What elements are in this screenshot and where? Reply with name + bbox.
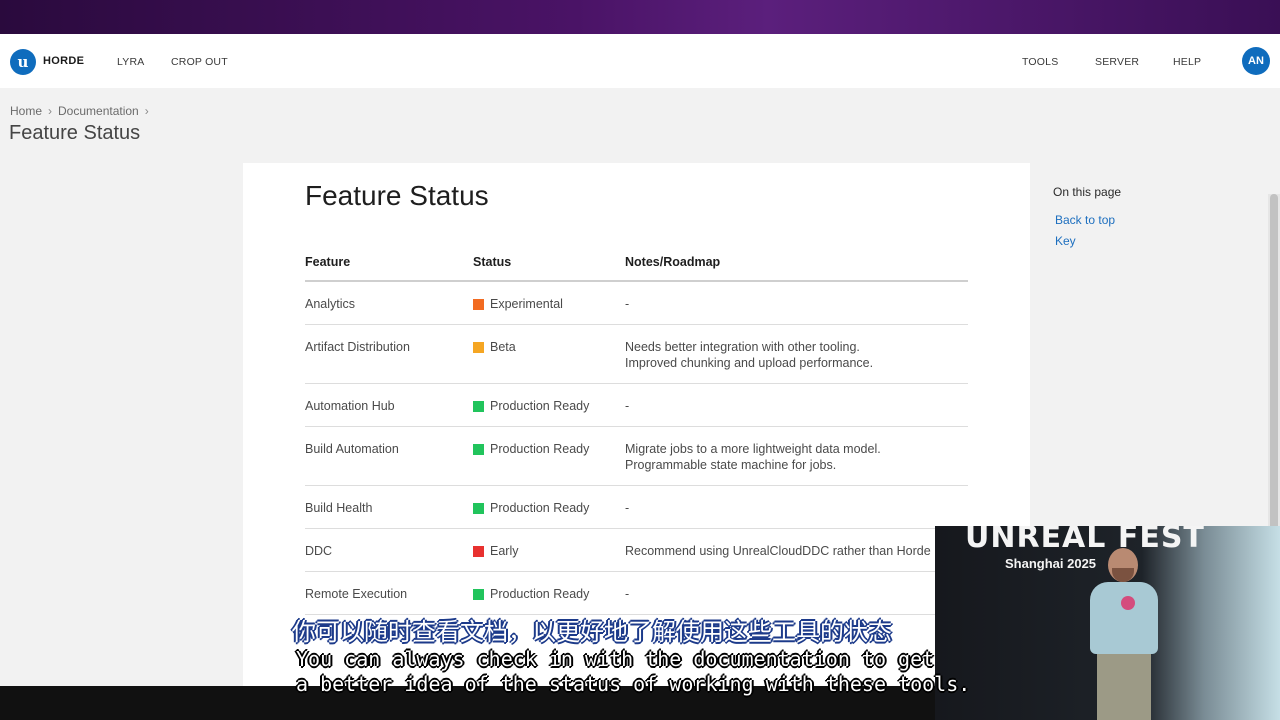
event-subtitle: Shanghai 2025 bbox=[1005, 556, 1097, 571]
notes-cell: - bbox=[625, 571, 968, 615]
speaker-figure bbox=[1097, 652, 1151, 720]
toc-heading: On this page bbox=[1053, 185, 1122, 199]
speaker-video-inset: UNREAL FEST Shanghai 2025 bbox=[935, 526, 1280, 720]
page-title: Feature Status bbox=[9, 122, 141, 144]
notes-line: Programmable state machine for jobs. bbox=[625, 458, 837, 472]
nav-link-server[interactable]: SERVER bbox=[1095, 56, 1139, 68]
nav-link-crop-out[interactable]: CROP OUT bbox=[171, 56, 228, 68]
on-this-page-nav: On this page Back to top Key bbox=[1053, 185, 1121, 255]
notes-cell: Migrate jobs to a more lightweight data … bbox=[625, 426, 968, 486]
feature-name: Automation Hub bbox=[305, 383, 473, 427]
notes-cell: - bbox=[625, 383, 968, 427]
breadcrumb-home[interactable]: Home bbox=[10, 104, 42, 118]
status-cell: Beta bbox=[473, 324, 625, 384]
feature-name: Analytics bbox=[305, 281, 473, 325]
toc-link-back-to-top[interactable]: Back to top bbox=[1055, 213, 1121, 227]
nav-link-tools[interactable]: TOOLS bbox=[1022, 56, 1058, 68]
table-header-row: Feature Status Notes/Roadmap bbox=[305, 243, 968, 282]
breadcrumb: Home › Documentation › bbox=[10, 104, 149, 118]
table-row: DDC Early Recommend using UnrealCloudDDC… bbox=[305, 528, 968, 572]
document-panel: Feature Status Feature Status Notes/Road… bbox=[243, 163, 1030, 686]
event-title: UNREAL FEST bbox=[965, 526, 1205, 555]
status-label: Production Ready bbox=[490, 399, 590, 413]
unreal-logo-icon[interactable]: u bbox=[10, 49, 36, 75]
breadcrumb-separator: › bbox=[48, 104, 53, 118]
notes-cell: Recommend using UnrealCloudDDC rather th… bbox=[625, 528, 968, 572]
notes-line: Migrate jobs to a more lightweight data … bbox=[625, 442, 881, 456]
notes-line: - bbox=[625, 501, 630, 515]
user-avatar[interactable]: AN bbox=[1242, 47, 1270, 75]
nav-link-lyra[interactable]: LYRA bbox=[117, 56, 144, 68]
subtitle-english-line-1: You can always check in with the documen… bbox=[296, 647, 935, 671]
notes-line: Needs better integration with other tool… bbox=[625, 340, 860, 354]
table-row: Remote Execution Production Ready - bbox=[305, 571, 968, 615]
toc-link-key[interactable]: Key bbox=[1055, 234, 1121, 248]
status-swatch bbox=[473, 400, 484, 412]
status-label: Production Ready bbox=[490, 442, 590, 456]
notes-line: - bbox=[625, 399, 630, 413]
status-swatch bbox=[473, 502, 484, 514]
table-row: Build Health Production Ready - bbox=[305, 485, 968, 529]
table-row: Automation Hub Production Ready - bbox=[305, 383, 968, 427]
table-row: Build Automation Production Ready Migrat… bbox=[305, 426, 968, 486]
subtitle-english-line-2: a better idea of the status of working w… bbox=[296, 672, 971, 696]
brand-horde[interactable]: HORDE bbox=[43, 55, 84, 67]
breadcrumb-separator: › bbox=[144, 104, 149, 118]
status-label: Production Ready bbox=[490, 501, 590, 515]
status-swatch bbox=[473, 588, 484, 600]
status-swatch bbox=[473, 298, 484, 310]
speaker-figure bbox=[1090, 582, 1158, 654]
column-header-status: Status bbox=[473, 243, 625, 282]
feature-name: Build Automation bbox=[305, 426, 473, 486]
video-frame: u HORDE LYRA CROP OUT TOOLS SERVER HELP … bbox=[0, 0, 1280, 720]
status-cell: Production Ready bbox=[473, 571, 625, 615]
status-label: Production Ready bbox=[490, 587, 590, 601]
status-cell: Production Ready bbox=[473, 485, 625, 529]
status-cell: Production Ready bbox=[473, 383, 625, 427]
feature-name: DDC bbox=[305, 528, 473, 572]
status-cell: Production Ready bbox=[473, 426, 625, 486]
feature-status-table: Feature Status Notes/Roadmap Analytics E… bbox=[305, 243, 968, 615]
navbar: u HORDE LYRA CROP OUT TOOLS SERVER HELP … bbox=[0, 34, 1280, 88]
notes-cell: - bbox=[625, 281, 968, 325]
status-label: Experimental bbox=[490, 297, 563, 311]
table-row: Analytics Experimental - bbox=[305, 281, 968, 325]
notes-line: - bbox=[625, 587, 630, 601]
notes-line: - bbox=[625, 297, 630, 311]
feature-name: Artifact Distribution bbox=[305, 324, 473, 384]
status-swatch bbox=[473, 341, 484, 353]
status-label: Early bbox=[490, 544, 519, 558]
notes-line: Improved chunking and upload performance… bbox=[625, 356, 874, 370]
notes-line: Recommend using UnrealCloudDDC rather th… bbox=[625, 544, 931, 558]
nav-link-help[interactable]: HELP bbox=[1173, 56, 1201, 68]
scrollbar-thumb[interactable] bbox=[1270, 194, 1278, 534]
breadcrumb-documentation[interactable]: Documentation bbox=[58, 104, 139, 118]
status-cell: Early bbox=[473, 528, 625, 572]
status-label: Beta bbox=[490, 340, 516, 354]
column-header-feature: Feature bbox=[305, 243, 473, 282]
document-title: Feature Status bbox=[305, 180, 489, 211]
speaker-badge-icon bbox=[1121, 596, 1135, 610]
feature-name: Build Health bbox=[305, 485, 473, 529]
notes-cell: - bbox=[625, 485, 968, 529]
status-swatch bbox=[473, 443, 484, 455]
column-header-notes: Notes/Roadmap bbox=[625, 243, 968, 282]
status-swatch bbox=[473, 545, 484, 557]
table-row: Artifact Distribution Beta Needs better … bbox=[305, 324, 968, 384]
top-band bbox=[0, 0, 1280, 34]
subtitle-chinese: 你可以随时查看文档，以更好地了解使用这些工具的状态 bbox=[292, 618, 892, 646]
notes-cell: Needs better integration with other tool… bbox=[625, 324, 968, 384]
status-cell: Experimental bbox=[473, 281, 625, 325]
feature-name: Remote Execution bbox=[305, 571, 473, 615]
